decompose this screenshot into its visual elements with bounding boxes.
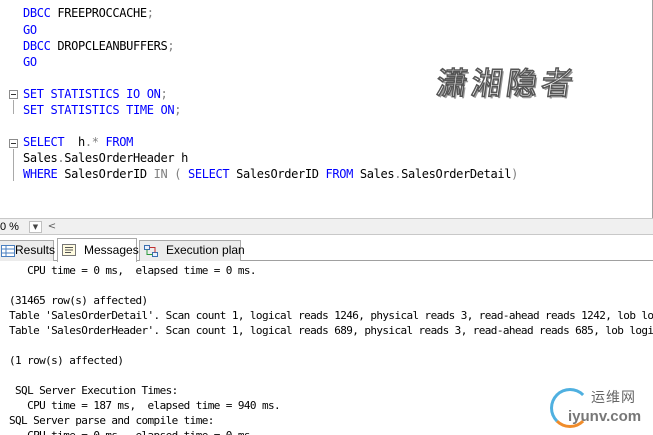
code-token: .* xyxy=(84,135,99,149)
message-line: CPU time = 187 ms, elapsed time = 940 ms… xyxy=(9,399,281,412)
code-token: DROPCLEANBUFFERS xyxy=(50,39,168,53)
query-editor[interactable]: DBCC FREEPROCCACHE; GO DBCC DROPCLEANBUFFE… xyxy=(0,0,653,218)
code-line[interactable]: WHERE SalesOrderID IN ( SELECT SalesOrde… xyxy=(23,166,518,182)
code-token: GO xyxy=(23,55,37,69)
code-token: SalesOrderDetail xyxy=(401,167,512,181)
code-token: SELECT xyxy=(188,167,230,181)
outline-line xyxy=(13,100,14,114)
code-line[interactable]: GO xyxy=(23,22,37,38)
logo-top-text: 运维网 xyxy=(591,390,636,406)
grid-icon xyxy=(1,245,15,257)
tab-messages-label: Messages xyxy=(84,243,139,257)
message-line: (31465 row(s) affected) xyxy=(9,294,148,307)
code-line[interactable]: SET STATISTICS IO ON; xyxy=(23,86,168,102)
code-token: IN ( xyxy=(153,167,182,181)
message-line: SQL Server parse and compile time: xyxy=(9,414,214,427)
code-token: Sales xyxy=(23,151,58,165)
scroll-left-icon[interactable]: < xyxy=(46,221,58,233)
code-token: ; xyxy=(167,39,175,53)
code-line[interactable]: GO xyxy=(23,54,37,70)
collapse-toggle-set-statistics[interactable] xyxy=(9,90,18,99)
tab-results-label: Results xyxy=(15,243,56,257)
zoom-dropdown-icon[interactable]: ▼ xyxy=(29,221,42,233)
watermark-text: 潇湘隐者 xyxy=(433,65,580,103)
zoom-scroll-bar: 0 % ▼ < xyxy=(0,218,653,235)
code-token: ; xyxy=(160,87,168,101)
code-token: ; xyxy=(174,103,182,117)
code-token: SalesOrderID xyxy=(229,167,326,181)
code-token: ) xyxy=(511,167,518,181)
code-line[interactable]: DBCC FREEPROCCACHE; xyxy=(23,5,154,21)
code-line[interactable]: DBCC DROPCLEANBUFFERS; xyxy=(23,38,175,54)
message-line: CPU time = 0 ms, elapsed time = 0 ms. xyxy=(9,264,256,277)
code-line[interactable]: SET STATISTICS TIME ON; xyxy=(23,102,181,118)
tab-results[interactable]: Results xyxy=(0,240,56,261)
logo-bottom-text: iyunv.com xyxy=(568,408,642,425)
code-line[interactable]: SELECT h.* FROM xyxy=(23,134,133,150)
horizontal-scrollbar[interactable] xyxy=(60,222,645,232)
code-token: SET STATISTICS TIME ON xyxy=(23,103,175,117)
outline-line xyxy=(13,149,14,181)
messages-icon xyxy=(62,244,76,256)
code-token: GO xyxy=(23,23,37,37)
code-token: ; xyxy=(146,6,154,20)
code-token: FREEPROCCACHE xyxy=(50,6,147,20)
code-token: SET STATISTICS IO ON xyxy=(23,87,161,101)
code-token: SELECT xyxy=(23,135,65,149)
results-tabstrip: Results Messages Execution plan xyxy=(0,235,653,262)
code-token: FROM xyxy=(105,135,134,149)
zoom-level[interactable]: 0 % xyxy=(0,220,19,234)
collapse-toggle-select[interactable] xyxy=(9,139,18,148)
message-line: (1 row(s) affected) xyxy=(9,354,124,367)
execution-plan-icon xyxy=(144,245,158,257)
code-token: DBCC xyxy=(23,39,51,53)
code-token: DBCC xyxy=(23,6,51,20)
code-token: SalesOrderHeader h xyxy=(64,151,188,165)
editor-gutter xyxy=(0,0,9,218)
message-line: Table 'SalesOrderDetail'. Scan count 1, … xyxy=(9,309,653,322)
tab-execution-plan[interactable]: Execution plan xyxy=(139,240,245,261)
code-token: FROM xyxy=(325,167,354,181)
message-line: SQL Server Execution Times: xyxy=(9,384,178,397)
site-logo: 运维网 iyunv.com xyxy=(548,383,648,431)
tab-execution-plan-label: Execution plan xyxy=(166,243,245,257)
code-token: h xyxy=(64,135,85,149)
message-line: Table 'SalesOrderHeader'. Scan count 1, … xyxy=(9,324,653,337)
code-token: WHERE xyxy=(23,167,58,181)
code-line[interactable]: Sales.SalesOrderHeader h xyxy=(23,150,188,166)
tab-messages[interactable]: Messages xyxy=(57,238,139,262)
message-line: CPU time = 0 ms, elapsed time = 0 ms. xyxy=(9,428,256,435)
code-token: SalesOrderID xyxy=(57,167,154,181)
code-token: Sales xyxy=(353,167,395,181)
